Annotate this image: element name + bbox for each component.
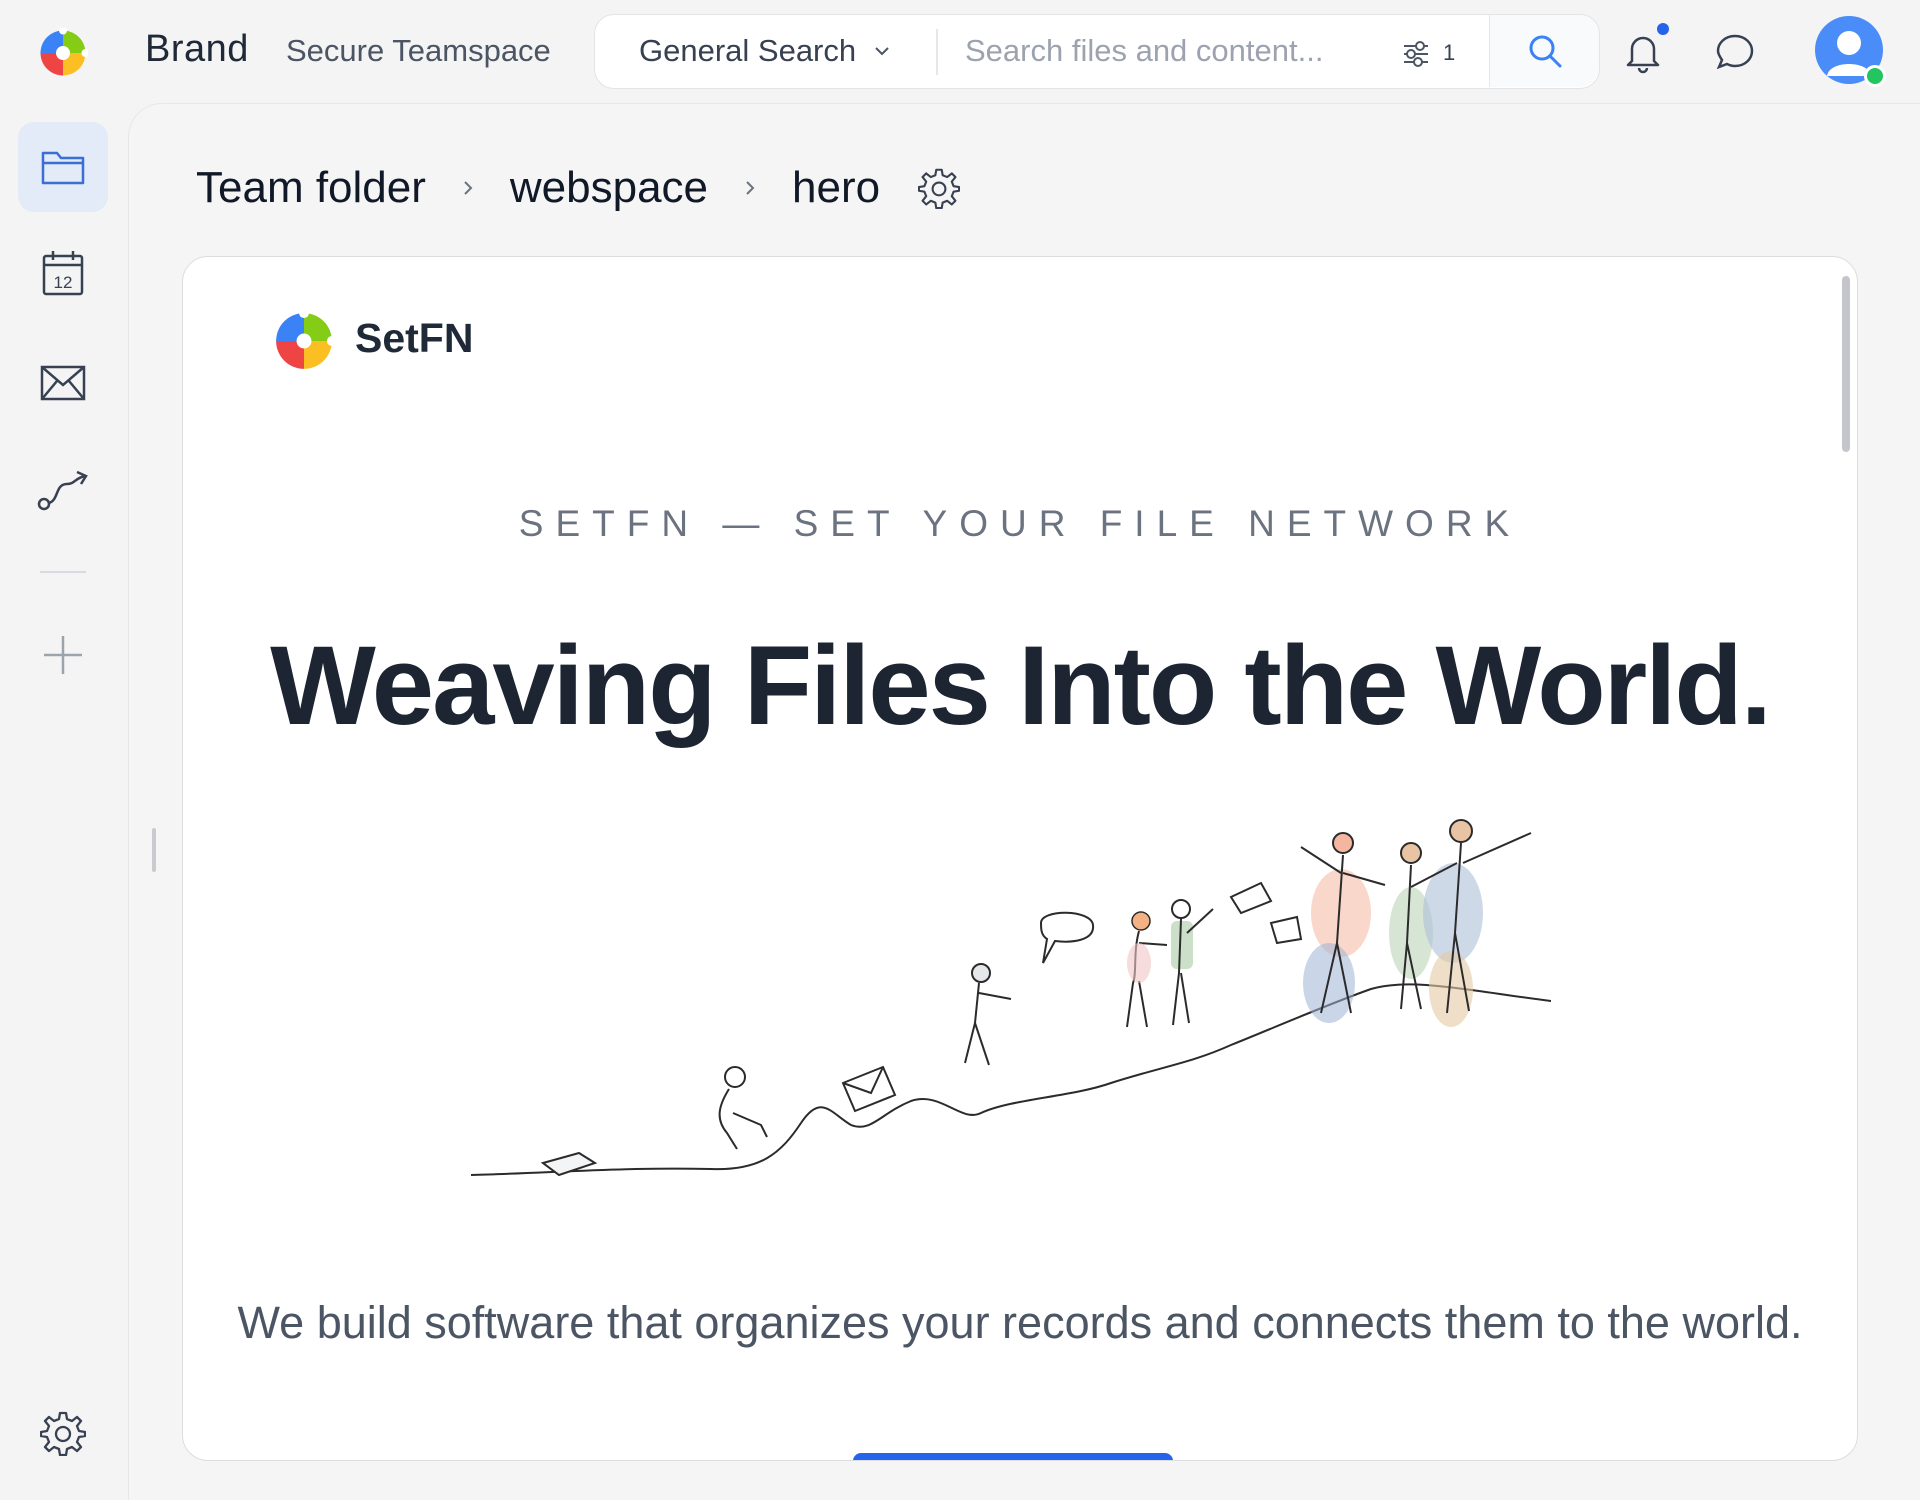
- hero-illustration: [471, 819, 1551, 1177]
- setfn-logo-icon: [276, 310, 335, 369]
- bell-icon[interactable]: [1622, 30, 1664, 74]
- workspace-name[interactable]: Secure Teamspace: [286, 33, 551, 69]
- route-icon: [37, 470, 88, 511]
- breadcrumb-webspace[interactable]: webspace: [510, 163, 708, 213]
- brand-name: Brand: [145, 28, 249, 70]
- search-icon: [1529, 35, 1561, 68]
- chat-icon[interactable]: [1714, 30, 1756, 74]
- chevron-right-icon: [746, 181, 755, 195]
- folder-settings-icon[interactable]: [918, 167, 961, 209]
- sidebar-item-mail[interactable]: [18, 338, 108, 428]
- search-scope-label: General Search: [639, 33, 857, 68]
- hero-tagline: We build software that organizes your re…: [237, 1297, 1803, 1348]
- preview-scrollbar[interactable]: [1842, 276, 1850, 452]
- search-scope-dropdown[interactable]: General Search: [595, 15, 937, 87]
- notification-dot: [1657, 23, 1669, 35]
- hero-headline: Weaving Files Into the World.: [270, 623, 1772, 748]
- plus-icon: [44, 636, 82, 674]
- sidebar-settings-button[interactable]: [18, 1388, 108, 1478]
- folder-icon: [41, 151, 85, 185]
- top-bar: Brand Secure Teamspace General Search 1: [0, 0, 1920, 103]
- breadcrumb-hero[interactable]: hero: [792, 163, 880, 213]
- breadcrumb-team-folder[interactable]: Team folder: [196, 163, 426, 213]
- sidebar-resize-handle[interactable]: [152, 828, 156, 872]
- puzzle-logo-icon[interactable]: [38, 28, 88, 78]
- hero-eyebrow: SETFN — SET YOUR FILE NETWORK: [518, 503, 1522, 544]
- chevron-down-icon: [875, 47, 889, 56]
- site-name: SetFN: [355, 315, 474, 361]
- sidebar-divider: [40, 571, 86, 573]
- sliders-icon: [1404, 41, 1428, 67]
- search-filters-button[interactable]: 1: [1401, 35, 1455, 71]
- hero-cta-button[interactable]: [853, 1453, 1173, 1460]
- sidebar-add-button[interactable]: [18, 610, 108, 700]
- breadcrumb: Team folder webspace hero: [196, 158, 961, 218]
- mail-icon: [40, 365, 86, 401]
- sidebar-item-calendar[interactable]: 12: [18, 228, 108, 318]
- search-bar: General Search 1: [594, 14, 1600, 89]
- search-divider: [936, 29, 938, 75]
- presence-indicator: [1864, 65, 1886, 87]
- search-button[interactable]: [1489, 15, 1599, 87]
- search-input[interactable]: [965, 27, 1345, 75]
- gear-icon: [40, 1411, 86, 1456]
- calendar-icon: 12: [42, 251, 84, 296]
- sidebar-item-workflows[interactable]: [18, 446, 108, 536]
- file-preview: SetFN SETFN — SET YOUR FILE NETWORK Weav…: [182, 256, 1858, 1461]
- sidebar-item-files[interactable]: [18, 122, 108, 212]
- chevron-right-icon: [464, 181, 473, 195]
- filter-count-badge: 1: [1443, 40, 1456, 65]
- calendar-day: 12: [54, 273, 73, 292]
